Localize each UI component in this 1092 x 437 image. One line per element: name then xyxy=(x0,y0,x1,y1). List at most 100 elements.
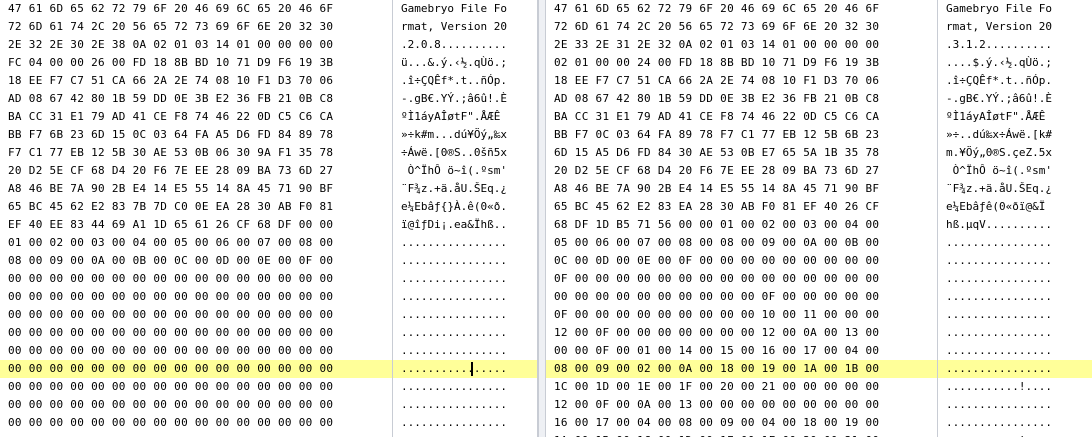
ascii-row[interactable]: Gamebryo File Fo xyxy=(393,0,537,18)
hex-row[interactable]: 47 61 6D 65 62 72 79 6F 20 46 69 6C 65 2… xyxy=(0,0,392,18)
ascii-row[interactable]: ................ xyxy=(393,306,537,324)
hex-row[interactable]: 72 6D 61 74 2C 20 56 65 72 73 69 6F 6E 2… xyxy=(0,18,392,36)
left-hex-pane[interactable]: 47 61 6D 65 62 72 79 6F 20 46 69 6C 65 2… xyxy=(0,0,393,437)
ascii-row[interactable]: m.¥Öý„0®S.çeZ.5x xyxy=(938,144,1092,162)
ascii-row[interactable]: »÷k#m...dú¥Öý„‰x xyxy=(393,126,537,144)
hex-row[interactable]: 00 00 00 00 00 00 00 00 00 00 00 00 00 0… xyxy=(0,360,392,378)
hex-row[interactable]: 00 00 00 00 00 00 00 00 00 00 00 00 00 0… xyxy=(0,396,392,414)
ascii-row[interactable]: e¼Ebâƒê(0«ðï@&Ï xyxy=(938,198,1092,216)
ascii-row[interactable]: .2.0.8.......... xyxy=(393,36,537,54)
hex-row[interactable]: 12 00 0F 00 0A 00 13 00 00 00 00 00 00 0… xyxy=(546,396,937,414)
hex-row[interactable]: 0C 00 0D 00 0E 00 0F 00 00 00 00 00 00 0… xyxy=(546,252,937,270)
left-ascii-pane[interactable]: Gamebryo File Fo rmat, Version 20.2.0.8..… xyxy=(393,0,538,437)
ascii-row[interactable]: ................ xyxy=(938,414,1092,432)
ascii-row[interactable]: ....$.ý.‹½.qÙö.; xyxy=(938,54,1092,72)
hex-row[interactable]: 05 00 06 00 07 00 08 00 08 00 09 00 0A 0… xyxy=(546,234,937,252)
ascii-row[interactable]: ................ xyxy=(393,324,537,342)
hex-row[interactable]: 00 00 00 00 00 00 00 00 00 00 00 00 00 0… xyxy=(0,414,392,432)
ascii-row[interactable]: ................ xyxy=(938,324,1092,342)
hex-row[interactable]: 02 01 00 00 24 00 FD 18 8B BD 10 71 D9 F… xyxy=(546,54,937,72)
ascii-row[interactable]: -.gB€.YÝ.;â6û!.È xyxy=(938,90,1092,108)
hex-row[interactable]: 6D 15 A5 D6 FD 84 30 AE 53 0B E7 65 5A 1… xyxy=(546,144,937,162)
ascii-row[interactable]: -.gB€.YÝ.;â6û!.È xyxy=(393,90,537,108)
ascii-row[interactable]: .î÷ÇQÊf*.t..ñÓp. xyxy=(393,72,537,90)
hex-row[interactable]: 0F 00 00 00 00 00 00 00 00 00 10 00 11 0… xyxy=(546,306,937,324)
ascii-row[interactable]: ................ xyxy=(938,234,1092,252)
ascii-row[interactable]: e¼Ebâƒ{}À.ê(0«ð. xyxy=(393,198,537,216)
hex-row[interactable]: 08 00 09 00 02 00 0A 00 18 00 19 00 1A 0… xyxy=(546,360,937,378)
hex-row[interactable]: 20 D2 5E CF 68 D4 20 F6 7E EE 28 09 BA 7… xyxy=(546,162,937,180)
ascii-row[interactable]: ºÌ1áy­AÎøtF".ÅÆÊ xyxy=(938,108,1092,126)
ascii-row[interactable]: ................ xyxy=(938,396,1092,414)
ascii-row[interactable]: hß.µqV.......... xyxy=(938,216,1092,234)
ascii-row[interactable]: .3.1.2.......... xyxy=(938,36,1092,54)
hex-row[interactable]: AD 08 67 42 80 1B 59 DD 0E 3B E2 36 FB 2… xyxy=(0,90,392,108)
hex-row[interactable]: 08 00 09 00 0A 00 0B 00 0C 00 0D 00 0E 0… xyxy=(0,252,392,270)
ascii-row[interactable]: ................ xyxy=(393,396,537,414)
hex-row[interactable]: FC 04 00 00 26 00 FD 18 8B BD 10 71 D9 F… xyxy=(0,54,392,72)
hex-row[interactable]: 47 61 6D 65 62 72 79 6F 20 46 69 6C 65 2… xyxy=(546,0,937,18)
hex-row[interactable]: 1A 00 1B 00 1C 00 1D 00 1E 00 1F 00 20 0… xyxy=(546,432,937,437)
hex-row[interactable]: 20 D2 5E CF 68 D4 20 F6 7E EE 28 09 BA 7… xyxy=(0,162,392,180)
hex-row[interactable]: A8 46 BE 7A 90 2B E4 14 E5 55 14 8A 45 7… xyxy=(0,180,392,198)
hex-row[interactable]: 00 00 00 00 00 00 00 00 00 00 00 00 00 0… xyxy=(0,378,392,396)
ascii-row[interactable]: ¨F¾z.+ä.åU.ŠEq.¿ xyxy=(393,180,537,198)
hex-row[interactable]: 00 00 00 00 00 00 00 00 00 00 00 00 00 0… xyxy=(0,306,392,324)
ascii-row[interactable]: Ò^ÏhÔ ö~î(.ºsm' xyxy=(938,162,1092,180)
ascii-row[interactable]: ................ xyxy=(938,360,1092,378)
hex-row[interactable]: 2E 32 2E 30 2E 38 0A 02 01 03 14 01 00 0… xyxy=(0,36,392,54)
hex-row[interactable]: 12 00 0F 00 00 00 00 00 00 00 12 00 0A 0… xyxy=(546,324,937,342)
hex-row[interactable]: BB F7 0C 03 64 FA 89 78 F7 C1 77 EB 12 5… xyxy=(546,126,937,144)
ascii-row[interactable]: ................ xyxy=(393,342,537,360)
ascii-row[interactable]: ................ xyxy=(393,270,537,288)
ascii-row[interactable]: ................ xyxy=(393,234,537,252)
ascii-row[interactable]: ................ xyxy=(938,252,1092,270)
ascii-row[interactable]: ................ xyxy=(938,342,1092,360)
ascii-row[interactable]: Ò^ÏhÔ ö~î(.ºsm' xyxy=(393,162,537,180)
ascii-row[interactable]: ï@îƒDi¡.ea&Ïhß.. xyxy=(393,216,537,234)
right-ascii-pane[interactable]: Gamebryo File Fo rmat, Version 20.3.1.2..… xyxy=(938,0,1092,437)
hex-row[interactable]: 0F 00 00 00 00 00 00 00 00 00 00 00 00 0… xyxy=(546,270,937,288)
hex-row[interactable]: BB F7 6B 23 6D 15 0C 03 64 FA A5 D6 FD 8… xyxy=(0,126,392,144)
ascii-row[interactable]: ºÌ1áy­AÎøtF".ÅÆÊ xyxy=(393,108,537,126)
ascii-row[interactable]: ................ xyxy=(393,414,537,432)
hex-row[interactable]: 01 00 02 00 03 00 04 00 05 00 06 00 07 0… xyxy=(0,234,392,252)
hex-row[interactable]: 00 00 00 00 00 00 00 00 00 00 00 00 00 0… xyxy=(0,342,392,360)
ascii-row[interactable]: .î÷ÇQÊf*.t..ñÓp. xyxy=(938,72,1092,90)
ascii-row[interactable]: ü...&.ý.‹½.qÙö.; xyxy=(393,54,537,72)
hex-row[interactable]: BA CC 31 E1 79 AD 41 CE F8 74 46 22 0D C… xyxy=(0,108,392,126)
ascii-row[interactable]: ...........!.... xyxy=(938,378,1092,396)
hex-row[interactable]: 18 EE F7 C7 51 CA 66 2A 2E 74 08 10 F1 D… xyxy=(0,72,392,90)
right-hex-pane[interactable]: 47 61 6D 65 62 72 79 6F 20 46 69 6C 65 2… xyxy=(546,0,938,437)
ascii-row[interactable]: Gamebryo File Fo xyxy=(938,0,1092,18)
ascii-row[interactable]: »÷..dú‰x÷Áwë.[k# xyxy=(938,126,1092,144)
hex-row[interactable]: 00 00 00 00 00 00 00 00 00 00 0F 00 00 0… xyxy=(546,288,937,306)
ascii-row[interactable]: ................ xyxy=(938,288,1092,306)
hex-row[interactable]: 1C 00 1D 00 1E 00 1F 00 20 00 21 00 00 0… xyxy=(546,378,937,396)
hex-row[interactable]: BA CC 31 E1 79 AD 41 CE F8 74 46 22 0D C… xyxy=(546,108,937,126)
ascii-row[interactable]: ÷Áwë.[0®S..0šñ5x xyxy=(393,144,537,162)
hex-row[interactable]: 72 6D 61 74 2C 20 56 65 72 73 69 6F 6E 2… xyxy=(546,18,937,36)
hex-row[interactable]: 00 00 0F 00 01 00 14 00 15 00 16 00 17 0… xyxy=(546,342,937,360)
ascii-row[interactable]: ................ xyxy=(938,270,1092,288)
hex-row[interactable]: F7 C1 77 EB 12 5B 30 AE 53 0B 06 30 9A F… xyxy=(0,144,392,162)
hex-row[interactable]: 2E 33 2E 31 2E 32 0A 02 01 03 14 01 00 0… xyxy=(546,36,937,54)
hex-row[interactable]: 00 00 00 00 00 00 00 00 00 00 00 00 00 0… xyxy=(0,324,392,342)
hex-row[interactable]: 16 00 17 00 04 00 08 00 09 00 04 00 18 0… xyxy=(546,414,937,432)
ascii-row[interactable]: ¨F¾z.+ä.åU.ŠEq.¿ xyxy=(938,180,1092,198)
ascii-row[interactable]: rmat, Version 20 xyxy=(938,18,1092,36)
hex-row[interactable]: A8 46 BE 7A 90 2B E4 14 E5 55 14 8A 45 7… xyxy=(546,180,937,198)
hex-row[interactable]: AD 08 67 42 80 1B 59 DD 0E 3B E2 36 FB 2… xyxy=(546,90,937,108)
hex-row[interactable]: 65 BC 45 62 E2 83 7B 7D C0 0E EA 28 30 A… xyxy=(0,198,392,216)
hex-row[interactable]: 18 EE F7 C7 51 CA 66 2A 2E 74 08 10 F1 D… xyxy=(546,72,937,90)
hex-row[interactable]: 00 00 00 00 00 00 00 00 00 00 00 00 00 0… xyxy=(0,270,392,288)
ascii-row[interactable]: ................ xyxy=(393,378,537,396)
hex-row[interactable]: 68 DF 1D B5 71 56 00 00 01 00 02 00 03 0… xyxy=(546,216,937,234)
hex-row[interactable]: 00 00 00 00 00 00 00 00 00 00 00 00 00 0… xyxy=(0,288,392,306)
ascii-row[interactable]: ...........!.... xyxy=(938,432,1092,437)
ascii-row[interactable]: ................ xyxy=(938,306,1092,324)
hex-row[interactable]: 65 BC 45 62 E2 83 EA 28 30 AB F0 81 EF 4… xyxy=(546,198,937,216)
ascii-row[interactable]: rmat, Version 20 xyxy=(393,18,537,36)
hex-row[interactable]: EF 40 EE 83 44 69 A1 1D 65 61 26 CF 68 D… xyxy=(0,216,392,234)
ascii-row[interactable]: ................ xyxy=(393,288,537,306)
